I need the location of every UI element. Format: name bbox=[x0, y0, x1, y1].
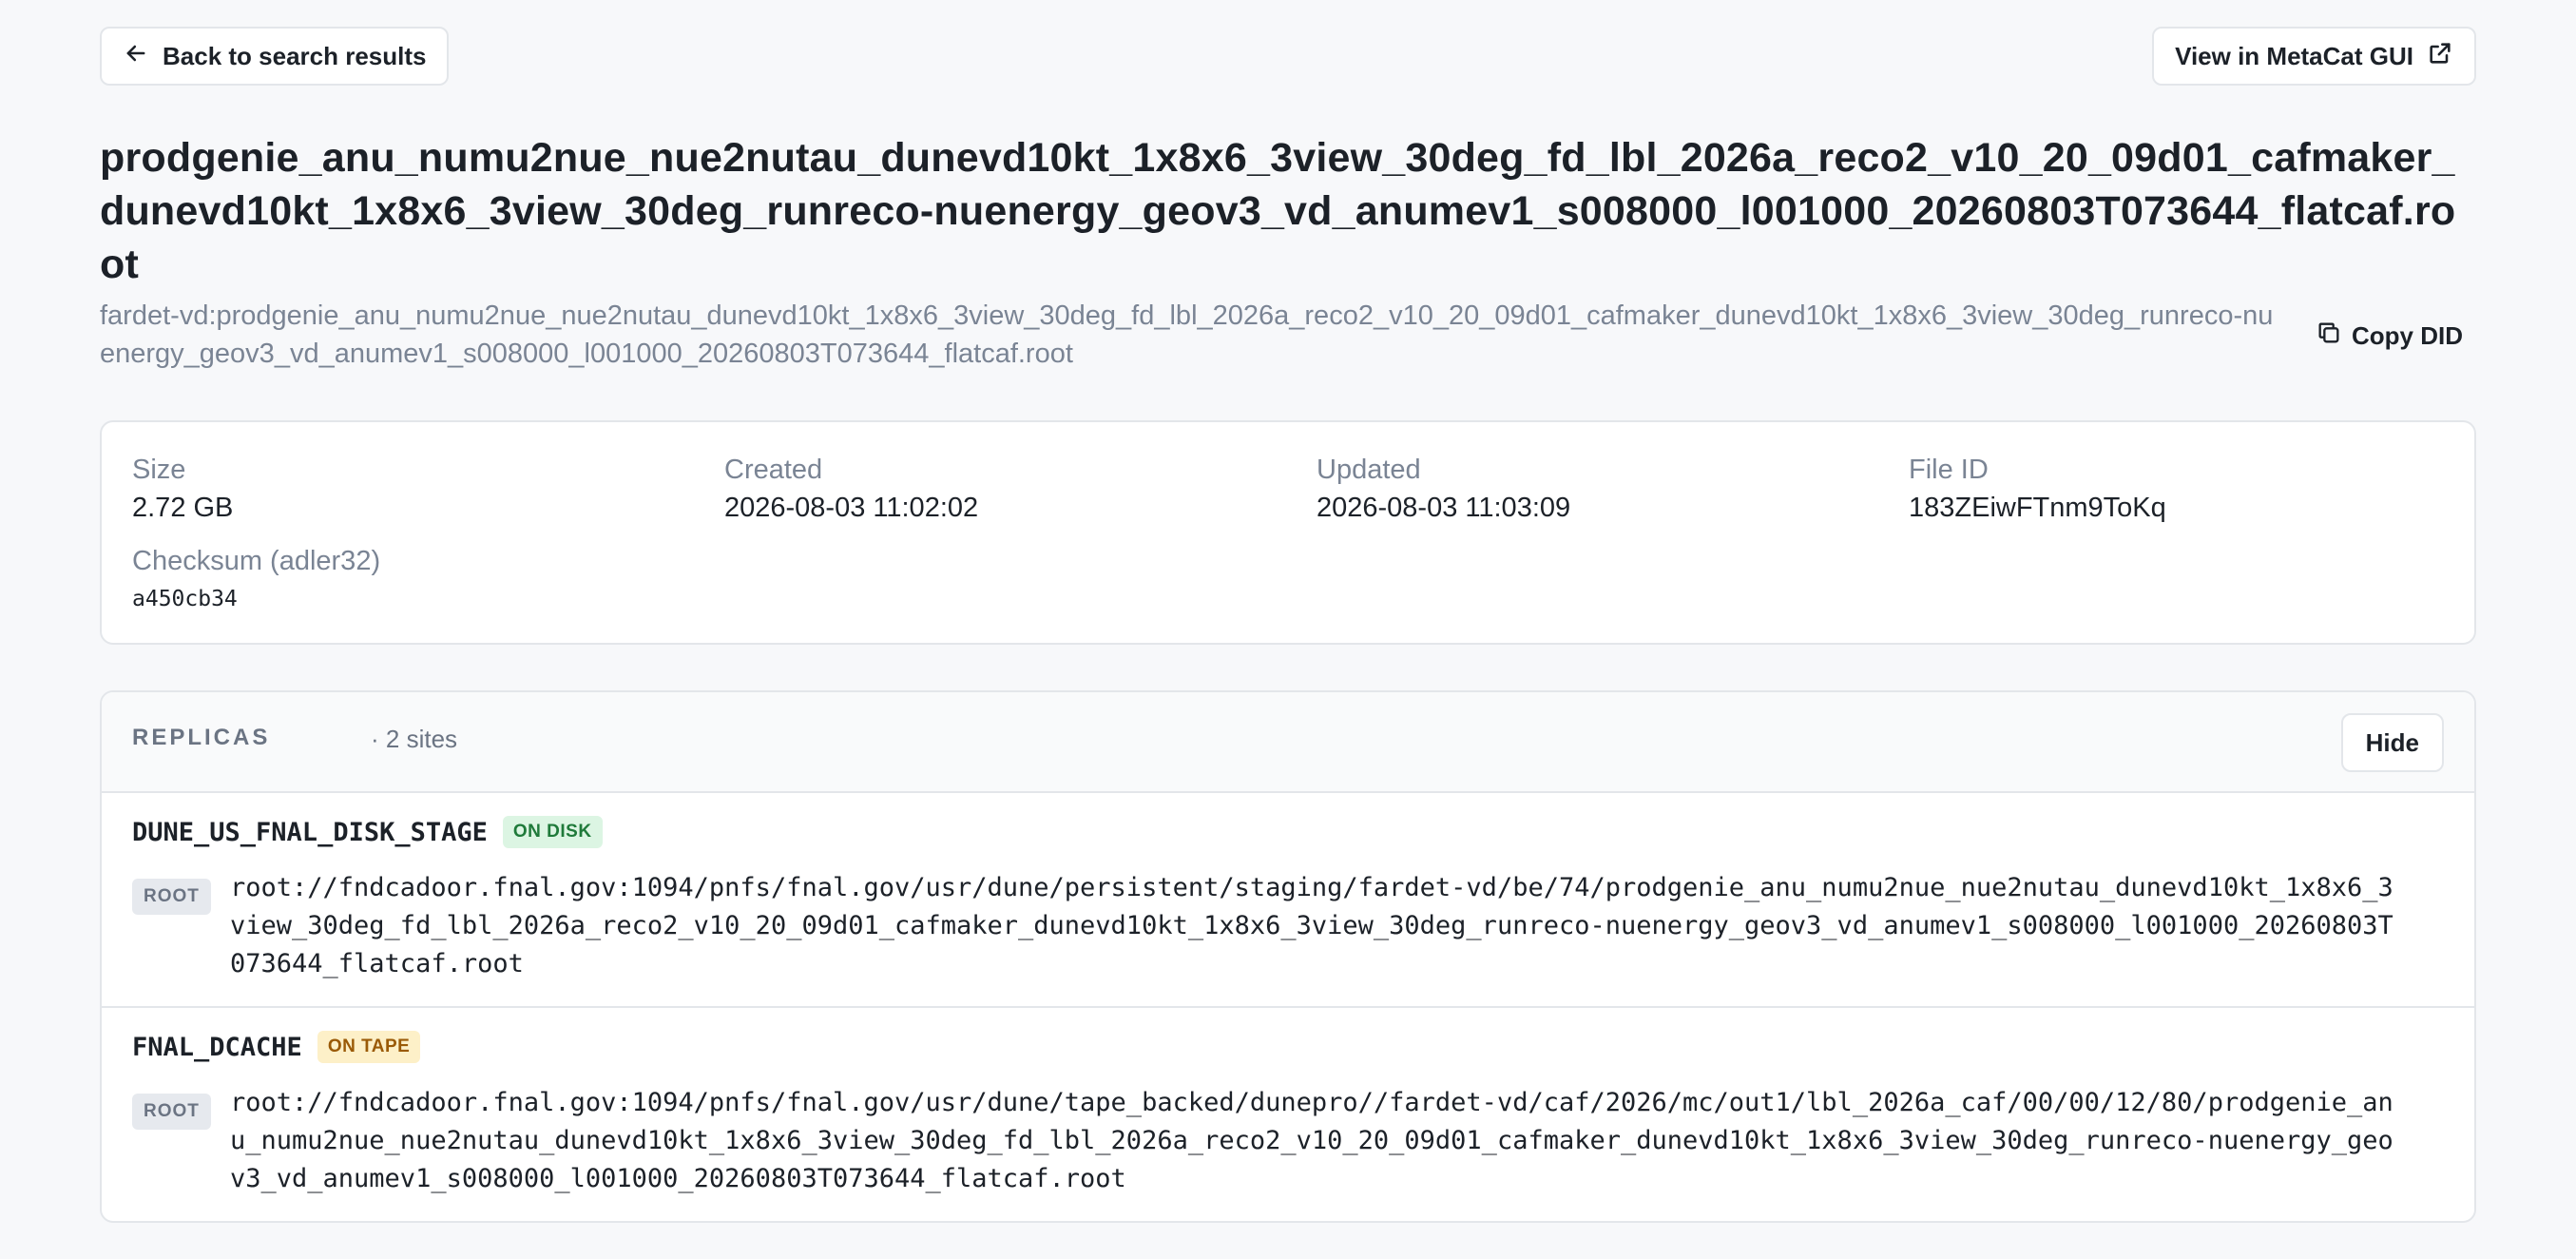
meta-created-value: 2026-08-03 11:02:02 bbox=[724, 493, 979, 523]
external-link-icon bbox=[2427, 40, 2453, 73]
copy-icon bbox=[2316, 320, 2342, 353]
meta-updated-label: Updated bbox=[1317, 455, 1421, 485]
replica-row: DUNE_US_FNAL_DISK_STAGE ON DISK ROOT roo… bbox=[102, 793, 2474, 1008]
meta-created-label: Created bbox=[724, 455, 823, 485]
meta-size-value: 2.72 GB bbox=[132, 493, 234, 523]
replica-site-name: FNAL_DCACHE bbox=[132, 1032, 302, 1062]
meta-updated-value: 2026-08-03 11:03:09 bbox=[1317, 493, 1571, 523]
arrow-left-icon bbox=[123, 40, 149, 73]
replica-protocol-badge: ROOT bbox=[132, 1094, 211, 1130]
replicas-header: REPLICAS · 2 sites Hide bbox=[102, 692, 2474, 793]
replica-path[interactable]: root://fndcadoor.fnal.gov:1094/pnfs/fnal… bbox=[230, 869, 2398, 983]
meta-size: Size 2.72 GB bbox=[132, 451, 233, 527]
replica-site-row: FNAL_DCACHE ON TAPE bbox=[132, 1031, 421, 1063]
hide-replicas-button[interactable]: Hide bbox=[2340, 713, 2444, 772]
view-in-metacat-label: View in MetaCat GUI bbox=[2175, 41, 2413, 70]
file-name-title: prodgenie_anu_numu2nue_nue2nutau_dunevd1… bbox=[100, 135, 2456, 287]
view-in-metacat-button[interactable]: View in MetaCat GUI bbox=[2152, 27, 2476, 86]
file-did: fardet-vd:prodgenie_anu_numu2nue_nue2nut… bbox=[100, 300, 2274, 369]
replica-site-row: DUNE_US_FNAL_DISK_STAGE ON DISK bbox=[132, 816, 603, 848]
replicas-card: REPLICAS · 2 sites Hide DUNE_US_FNAL_DIS… bbox=[100, 690, 2476, 1223]
replicas-count: · 2 sites bbox=[371, 725, 458, 753]
back-to-search-button[interactable]: Back to search results bbox=[100, 27, 450, 86]
file-detail-page: Back to search results View in MetaCat G… bbox=[0, 0, 2576, 1259]
meta-updated: Updated 2026-08-03 11:03:09 bbox=[1317, 451, 1570, 527]
meta-created: Created 2026-08-03 11:02:02 bbox=[724, 451, 978, 527]
meta-file-id-label: File ID bbox=[1909, 455, 1989, 485]
meta-checksum: Checksum (adler32) a450cb34 bbox=[132, 542, 380, 618]
copy-did-button[interactable]: Copy DID bbox=[2302, 316, 2476, 357]
replica-path[interactable]: root://fndcadoor.fnal.gov:1094/pnfs/fnal… bbox=[230, 1084, 2398, 1198]
file-metadata-card: Size 2.72 GB Created 2026-08-03 11:02:02… bbox=[100, 420, 2476, 645]
replica-row: FNAL_DCACHE ON TAPE ROOT root://fndcadoo… bbox=[102, 1008, 2474, 1221]
meta-file-id: File ID 183ZEiwFTnm9ToKq bbox=[1909, 451, 2166, 527]
meta-checksum-label: Checksum (adler32) bbox=[132, 546, 381, 576]
replica-status-badge: ON TAPE bbox=[317, 1031, 421, 1063]
top-navigation: Back to search results View in MetaCat G… bbox=[100, 27, 2476, 86]
replica-status-badge: ON DISK bbox=[502, 816, 603, 848]
meta-checksum-value: a450cb34 bbox=[132, 587, 238, 611]
replica-site-name: DUNE_US_FNAL_DISK_STAGE bbox=[132, 817, 488, 847]
meta-file-id-value: 183ZEiwFTnm9ToKq bbox=[1909, 493, 2166, 523]
replica-protocol-badge: ROOT bbox=[132, 879, 211, 915]
replicas-title: REPLICAS bbox=[132, 725, 271, 750]
meta-size-label: Size bbox=[132, 455, 186, 485]
back-button-label: Back to search results bbox=[163, 41, 427, 70]
copy-did-label: Copy DID bbox=[2352, 321, 2463, 350]
